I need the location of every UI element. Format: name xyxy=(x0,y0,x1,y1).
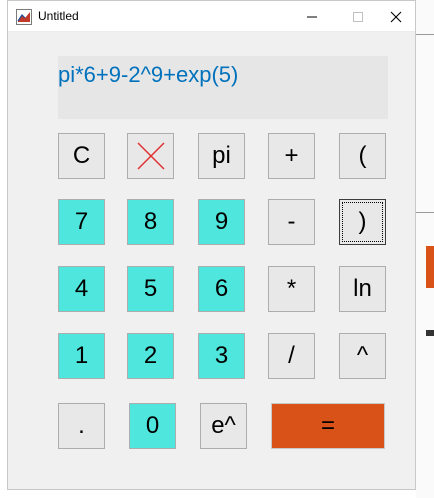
plus-button[interactable]: + xyxy=(268,133,315,179)
digit-0-button[interactable]: 0 xyxy=(129,403,176,449)
minimize-icon xyxy=(307,16,317,17)
minus-button[interactable]: - xyxy=(268,199,315,245)
right-paren-button[interactable]: ) xyxy=(339,199,386,245)
digit-1-button[interactable]: 1 xyxy=(58,333,105,379)
close-icon xyxy=(390,11,402,22)
backspace-button[interactable] xyxy=(127,133,174,179)
equals-button[interactable]: = xyxy=(271,403,385,449)
exp-button[interactable]: e^ xyxy=(200,403,247,449)
divide-button[interactable]: / xyxy=(268,333,315,379)
clear-button[interactable]: C xyxy=(58,133,105,179)
ln-button[interactable]: ln xyxy=(339,266,386,312)
minimize-button[interactable] xyxy=(289,1,335,32)
pi-button[interactable]: pi xyxy=(198,133,245,179)
close-button[interactable] xyxy=(373,1,419,32)
decimal-point-button[interactable]: . xyxy=(58,403,105,449)
window-title: Untitled xyxy=(38,9,79,23)
digit-7-button[interactable]: 7 xyxy=(58,199,105,245)
background-mark xyxy=(426,330,434,336)
digit-6-button[interactable]: 6 xyxy=(198,266,245,312)
multiply-button[interactable]: * xyxy=(268,266,315,312)
digit-8-button[interactable]: 8 xyxy=(127,199,174,245)
digit-2-button[interactable]: 2 xyxy=(127,333,174,379)
left-paren-button[interactable]: ( xyxy=(339,133,386,179)
digit-9-button[interactable]: 9 xyxy=(198,199,245,245)
calculator-window: Untitled pi*6+9-2^9+exp(5) C pi + ( 7 8 … xyxy=(7,0,416,490)
expression-display: pi*6+9-2^9+exp(5) xyxy=(58,56,388,119)
matlab-icon xyxy=(16,9,32,25)
maximize-icon xyxy=(353,11,363,22)
digit-5-button[interactable]: 5 xyxy=(127,266,174,312)
expression-text: pi*6+9-2^9+exp(5) xyxy=(58,62,239,87)
background-line xyxy=(416,34,434,35)
x-icon xyxy=(136,142,165,170)
digit-4-button[interactable]: 4 xyxy=(58,266,105,312)
background-accent xyxy=(426,246,434,288)
title-bar: Untitled xyxy=(8,1,415,32)
power-button[interactable]: ^ xyxy=(339,333,386,379)
digit-3-button[interactable]: 3 xyxy=(198,333,245,379)
background-line xyxy=(416,212,434,213)
